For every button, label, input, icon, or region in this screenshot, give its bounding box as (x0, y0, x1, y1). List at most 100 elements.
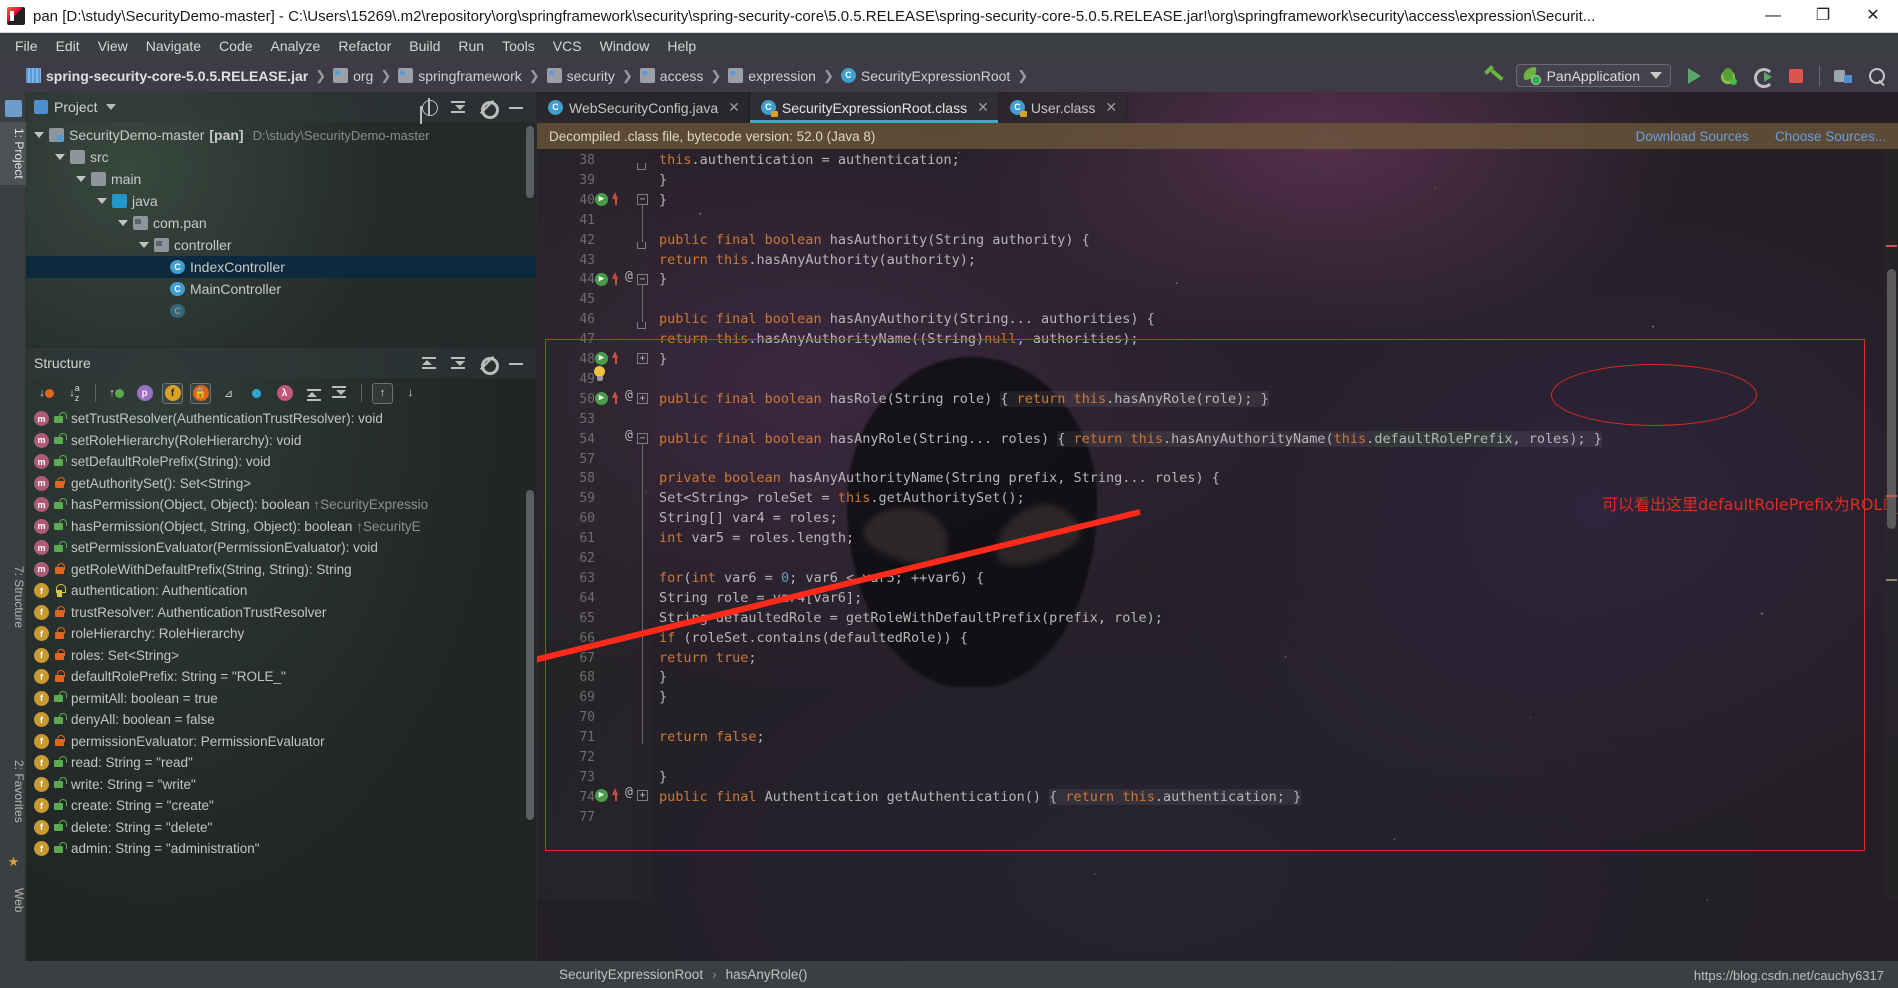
override-arrow-icon[interactable] (612, 788, 618, 801)
run-with-coverage-icon[interactable] (1751, 65, 1774, 88)
layout-icon[interactable] (1832, 65, 1854, 87)
structure-list-item[interactable]: f roles: Set<String> (34, 645, 536, 667)
run-method-gutter-icon[interactable]: ▶ (595, 789, 608, 802)
show-anonymous-icon[interactable] (246, 383, 267, 404)
code-line[interactable]: String[] var4 = roles; (659, 509, 838, 529)
code-line[interactable]: } (659, 270, 667, 290)
structure-list-item[interactable]: f write: String = "write" (34, 774, 536, 796)
menu-refactor[interactable]: Refactor (329, 35, 400, 57)
structure-list-item[interactable]: f denyAll: boolean = false (34, 709, 536, 731)
chevron-down-icon[interactable] (55, 154, 65, 160)
structure-list-item[interactable]: m setRoleHierarchy(RoleHierarchy): void (34, 430, 536, 452)
menu-view[interactable]: View (89, 35, 137, 57)
fold-collapse-icon[interactable]: − (637, 274, 648, 285)
tree-item-java[interactable]: java (26, 190, 536, 212)
structure-list-item[interactable]: m setTrustResolver(AuthenticationTrustRes… (34, 408, 536, 430)
fold-end-icon[interactable] (637, 242, 646, 249)
structure-list-item[interactable]: f admin: String = "administration" (34, 838, 536, 860)
group-methods-icon[interactable]: ⊿ (218, 383, 239, 404)
breadcrumb-org[interactable]: org ❯ (333, 68, 398, 84)
collapse-all-icon[interactable] (449, 98, 467, 116)
run-icon[interactable] (1683, 65, 1705, 87)
structure-list-item[interactable]: f permitAll: boolean = true (34, 688, 536, 710)
menu-code[interactable]: Code (210, 35, 261, 57)
close-icon[interactable]: ✕ (728, 99, 740, 116)
tree-item-partial[interactable]: C (26, 300, 536, 322)
code-line[interactable]: for(int var6 = 0; var6 < var5; ++var6) { (659, 569, 984, 589)
fold-collapse-icon[interactable]: − (637, 433, 648, 444)
breadcrumb-expression[interactable]: expression ❯ (728, 68, 841, 84)
search-icon[interactable] (1866, 65, 1888, 87)
show-lambdas-icon[interactable]: λ (274, 383, 295, 404)
sort-alphabetically-icon[interactable]: ↓ a z (64, 383, 85, 404)
breadcrumb-securityexpressionroot[interactable]: C SecurityExpressionRoot ❯ (840, 68, 1035, 84)
run-method-gutter-icon[interactable]: ▶ (595, 392, 608, 405)
debug-icon[interactable] (1717, 64, 1739, 87)
gear-icon[interactable] (478, 354, 499, 375)
tab-websecurityconfig[interactable]: C WebSecurityConfig.java ✕ (537, 92, 750, 123)
breadcrumb-method[interactable]: hasAnyRole() (726, 967, 808, 982)
editor-scrollbar-thumb[interactable] (1887, 269, 1896, 529)
choose-sources-link[interactable]: Choose Sources... (1775, 129, 1886, 144)
code-line[interactable]: return false; (659, 728, 765, 748)
code-editor[interactable]: 38 this.authentication = authentication;… (537, 149, 1898, 900)
structure-list-item[interactable]: f defaultRolePrefix: String = "ROLE_" (34, 666, 536, 688)
locate-icon[interactable] (420, 98, 438, 116)
warning-stripe-mark[interactable] (1886, 579, 1897, 581)
expand-all-icon[interactable] (302, 383, 323, 404)
code-line[interactable]: public final boolean hasAnyRole(String..… (659, 430, 1602, 450)
breadcrumb-jar[interactable]: spring-security-core-5.0.5.RELEASE.jar ❯ (26, 68, 333, 84)
chevron-down-icon[interactable] (76, 176, 86, 182)
override-arrow-icon[interactable] (612, 351, 618, 364)
structure-list-item[interactable]: f authentication: Authentication (34, 580, 536, 602)
close-icon[interactable]: ✕ (1848, 0, 1898, 33)
breadcrumb-class[interactable]: SecurityExpressionRoot (559, 967, 703, 982)
code-line[interactable]: String defaultedRole = getRoleWithDefaul… (659, 609, 1163, 629)
autoscroll-from-source-icon[interactable]: ↓ (400, 383, 421, 404)
stop-icon[interactable] (1785, 65, 1807, 87)
breadcrumb-access[interactable]: access ❯ (639, 68, 728, 84)
show-fields-icon[interactable]: f (162, 382, 183, 404)
structure-list-item[interactable]: m hasPermission(Object, Object): boolean … (34, 494, 536, 516)
override-arrow-icon[interactable] (612, 391, 618, 404)
menu-build[interactable]: Build (400, 35, 449, 57)
code-line[interactable]: public final Authentication getAuthentic… (659, 788, 1302, 808)
override-arrow-icon[interactable] (612, 192, 618, 205)
structure-list-item[interactable]: m getRoleWithDefaultPrefix(String, String… (34, 559, 536, 581)
code-line[interactable]: int var5 = roles.length; (659, 529, 854, 549)
fold-expand-icon[interactable]: + (637, 790, 648, 801)
collapse-all-icon[interactable] (330, 383, 351, 404)
tree-item-main[interactable]: main (26, 168, 536, 190)
intention-bulb-icon[interactable] (593, 366, 606, 382)
menu-analyze[interactable]: Analyze (262, 35, 330, 57)
show-non-public-icon[interactable]: 🔒 (190, 382, 211, 404)
structure-list-item[interactable]: f create: String = "create" (34, 795, 536, 817)
tree-item-src[interactable]: src (26, 146, 536, 168)
error-stripe-mark[interactable] (1886, 495, 1897, 497)
tab-user[interactable]: C User.class ✕ (998, 92, 1128, 123)
hide-icon[interactable] (507, 98, 525, 116)
error-stripe-mark[interactable] (1886, 245, 1897, 247)
code-line[interactable]: } (659, 768, 667, 788)
tree-item-com-pan[interactable]: com.pan (26, 212, 536, 234)
override-arrow-icon[interactable] (612, 272, 618, 285)
code-line[interactable]: Set<String> roleSet = this.getAuthorityS… (659, 489, 1025, 509)
fold-end-icon[interactable] (637, 163, 646, 170)
structure-list-item[interactable]: f permissionEvaluator: PermissionEvaluato… (34, 731, 536, 753)
structure-list-item[interactable]: m getAuthoritySet(): Set<String> (34, 473, 536, 495)
minimize-icon[interactable]: — (1748, 0, 1798, 33)
chevron-down-icon[interactable] (97, 198, 107, 204)
sidebar-item-structure[interactable]: 7: Structure (0, 560, 26, 634)
tree-item-controller[interactable]: controller (26, 234, 536, 256)
code-line[interactable]: } (659, 191, 667, 211)
tree-item-securitydemo-master[interactable]: SecurityDemo-master [pan] D:\study\Secur… (26, 124, 536, 146)
code-line[interactable]: private boolean hasAnyAuthorityName(Stri… (659, 469, 1220, 489)
code-line[interactable]: } (659, 688, 667, 708)
structure-list-item[interactable]: f trustResolver: AuthenticationTrustResol… (34, 602, 536, 624)
show-inherited-icon[interactable]: ↑ (106, 383, 127, 404)
structure-list-item[interactable]: m setDefaultRolePrefix(String): void (34, 451, 536, 473)
download-sources-link[interactable]: Download Sources (1636, 129, 1749, 144)
favorites-star-icon[interactable]: ★ (5, 854, 22, 871)
chevron-down-icon[interactable] (105, 104, 116, 110)
menu-tools[interactable]: Tools (493, 35, 544, 57)
